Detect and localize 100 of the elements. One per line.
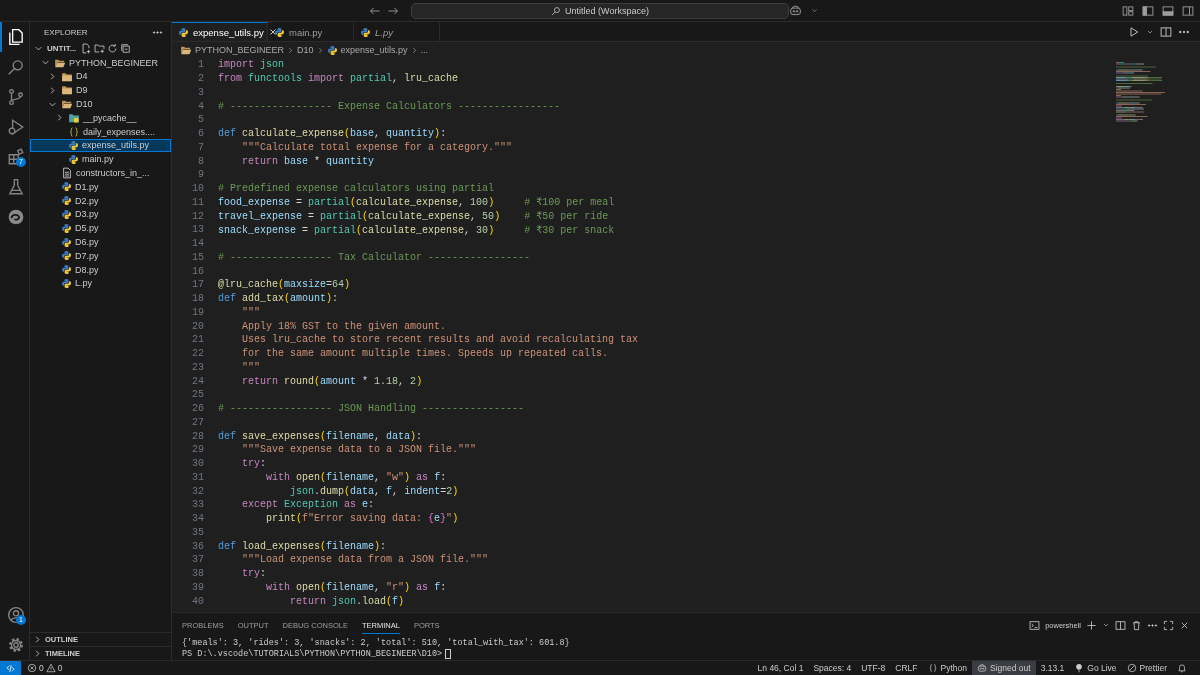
python-icon — [326, 44, 338, 56]
secondary-sidebar-icon[interactable] — [1182, 4, 1194, 17]
python-icon — [274, 26, 285, 38]
tree-item[interactable]: L.py — [30, 276, 171, 291]
status-item[interactable]: 3.13.1 — [1035, 661, 1070, 675]
line-number: 22 — [191, 348, 204, 360]
status-item[interactable]: Go Live — [1069, 661, 1122, 675]
run-icon[interactable] — [1128, 25, 1140, 38]
editor-tab[interactable]: main.py — [268, 22, 354, 41]
code-line: try: — [241, 458, 267, 470]
code-line: """Save expense data to a JSON file.""" — [241, 444, 477, 456]
code-line: def load_expenses(filename): — [218, 540, 387, 552]
line-number: 14 — [191, 238, 204, 250]
code-line: snack_expense = partial(calculate_expense, 30) # ₹30 per snack — [218, 223, 615, 236]
tree-item[interactable]: D6.py — [30, 235, 171, 249]
line-number: 19 — [191, 306, 204, 318]
status-item[interactable]: Prettier — [1121, 661, 1172, 675]
tree-item[interactable]: D9 — [30, 83, 171, 98]
code-line: def add_tax(amount): — [218, 293, 339, 305]
open-folder-icon — [180, 44, 192, 56]
workspace-item[interactable]: UNTIT... — [30, 42, 171, 56]
panel-toggle-icon[interactable] — [1162, 4, 1174, 17]
tree-item[interactable]: expense_utils.py — [30, 138, 171, 153]
tree-item[interactable]: daily_expenses.... — [30, 124, 171, 139]
line-number: 39 — [191, 581, 204, 593]
chevron-right-icon — [286, 45, 296, 55]
status-item[interactable]: Spaces: 4 — [808, 661, 857, 675]
code-line: with open(filename, "r") as f: — [265, 581, 447, 593]
text-cursor — [445, 648, 452, 659]
python-folder-icon — [68, 111, 80, 124]
line-number: 24 — [191, 375, 204, 387]
plus-icon[interactable] — [1086, 619, 1097, 631]
code-line: food_expense = partial(calculate_expense, 100) # ₹100 per meal — [218, 196, 615, 209]
status-item[interactable]: Signed out — [972, 661, 1036, 675]
tree-item[interactable]: D4 — [30, 69, 171, 84]
tree-item[interactable]: PYTHON_BEGINEER — [30, 55, 171, 70]
document-icon — [61, 167, 73, 180]
refresh-icon[interactable] — [107, 43, 119, 55]
branch-icon — [6, 88, 25, 106]
code-line: """ — [241, 306, 260, 318]
line-number: 4 — [197, 100, 204, 112]
tree-item[interactable]: D8.py — [30, 262, 171, 277]
line-number: 34 — [191, 513, 204, 525]
line-number: 5 — [197, 114, 204, 126]
tree-item[interactable]: main.py — [30, 152, 171, 167]
tree-item[interactable]: D7.py — [30, 248, 171, 263]
tree-item[interactable]: D1.py — [30, 179, 171, 194]
editor-tab[interactable]: L.py — [354, 22, 440, 41]
line-number: 35 — [191, 526, 204, 538]
line-number: 27 — [191, 416, 204, 428]
chevron-down-icon[interactable] — [1102, 621, 1110, 629]
run-debug-icon — [6, 118, 25, 136]
line-number: 31 — [191, 471, 204, 483]
breadcrumb-item[interactable]: ... — [420, 45, 429, 55]
code-line: def save_expenses(filename, data): — [218, 430, 423, 442]
tree-item[interactable]: __pycache__ — [30, 111, 171, 125]
search-icon — [551, 5, 562, 16]
new-file-icon[interactable] — [81, 43, 93, 55]
line-number: 3 — [197, 86, 204, 98]
maximize-icon[interactable] — [1163, 619, 1174, 631]
code-line: return base * quantity — [241, 155, 375, 167]
python-icon — [61, 277, 72, 289]
line-number: 40 — [191, 595, 204, 607]
tree-item[interactable]: D3.py — [30, 207, 171, 222]
open-folder-icon — [61, 98, 73, 111]
code-line: # ----------------- JSON Handling ----------------- — [218, 403, 525, 415]
line-number: 23 — [191, 361, 204, 373]
terminal-icon — [1029, 619, 1041, 631]
status-item[interactable]: CRLF — [890, 661, 923, 675]
tree-item[interactable]: D5.py — [30, 221, 171, 236]
status-item[interactable]: UTF-8 — [856, 661, 891, 675]
line-number: 17 — [191, 279, 204, 291]
braces-icon — [68, 125, 80, 138]
breadcrumb-item[interactable]: expense_utils.py — [340, 45, 408, 55]
code-line: Apply 18% GST to the given amount. — [241, 320, 447, 332]
remote-button[interactable] — [0, 661, 21, 675]
trash-icon[interactable] — [1131, 619, 1142, 631]
status-item[interactable]: Python — [922, 661, 972, 675]
code-line: except Exception as e: — [241, 499, 375, 511]
tree-item[interactable]: D10 — [30, 97, 171, 111]
python-icon — [61, 236, 72, 248]
split-editor-icon[interactable] — [1160, 25, 1172, 38]
breadcrumb-item[interactable]: PYTHON_BEGINEER — [195, 45, 285, 55]
sidebar-toggle-icon[interactable] — [1142, 4, 1154, 17]
close-icon[interactable] — [267, 27, 278, 37]
breadcrumb-item[interactable]: D10 — [297, 45, 314, 55]
line-number: 30 — [191, 458, 204, 470]
split-terminal-icon[interactable] — [1115, 619, 1126, 631]
layout-icon[interactable] — [1122, 4, 1134, 17]
new-folder-icon[interactable] — [94, 43, 106, 55]
status-item[interactable]: Ln 46, Col 1 — [752, 661, 809, 675]
command-search-field[interactable]: Untitled (Workspace) — [411, 2, 789, 19]
tree-item[interactable]: constructors_in_... — [30, 166, 171, 180]
collapse-all-icon[interactable] — [120, 43, 132, 55]
problems-status[interactable]: 0 0 — [21, 663, 69, 673]
search-icon — [6, 58, 25, 76]
code-line: print(f"Error saving data: {e}") — [265, 513, 459, 525]
tree-item[interactable]: D2.py — [30, 193, 171, 208]
code-line: # ----------------- Tax Calculator ----------------- — [218, 251, 531, 263]
chevron-down-icon[interactable] — [810, 6, 819, 15]
